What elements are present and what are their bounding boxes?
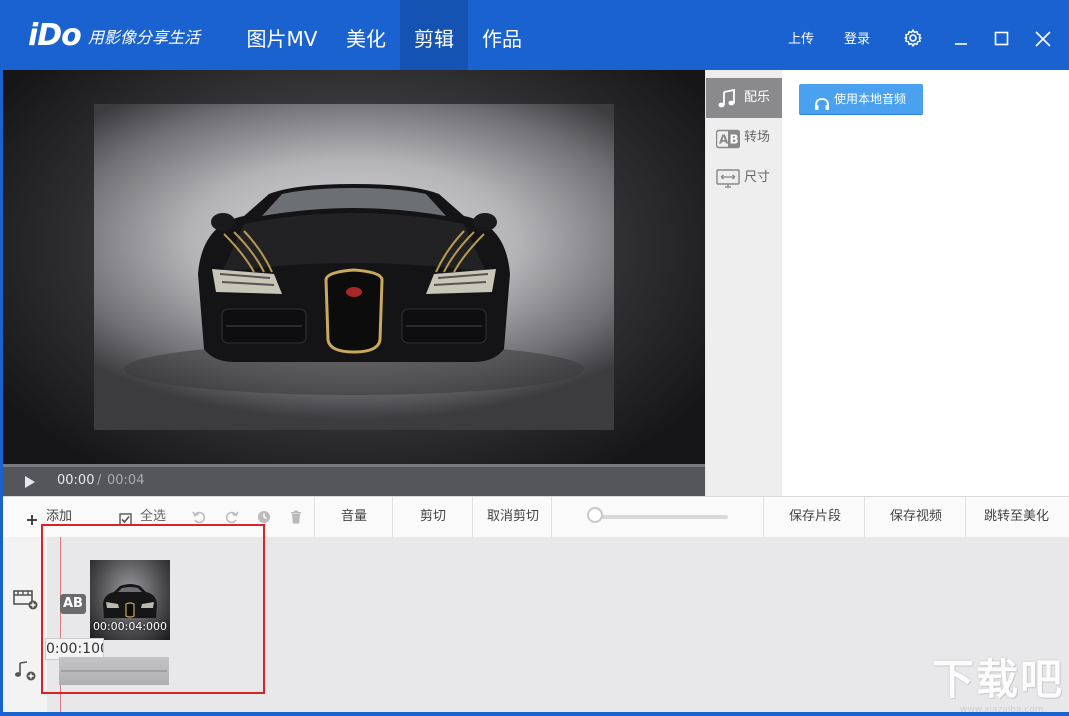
tab-picture-mv[interactable]: 图片MV	[232, 0, 332, 70]
trash-icon[interactable]	[290, 509, 302, 528]
add-music-track-icon[interactable]	[13, 659, 39, 687]
cancel-cut-button[interactable]: 取消剪切	[487, 497, 539, 537]
cut-button[interactable]: 剪切	[420, 497, 446, 537]
add-video-track-icon[interactable]	[13, 587, 39, 615]
monitor-size-icon	[716, 167, 740, 189]
tab-beautify[interactable]: 美化	[332, 0, 400, 70]
use-local-audio-button[interactable]: 使用本地音频	[799, 84, 923, 114]
gear-icon[interactable]	[903, 28, 925, 50]
save-segment-button[interactable]: 保存片段	[789, 497, 841, 537]
video-preview[interactable]	[3, 70, 705, 464]
side-tab-music[interactable]: 配乐	[706, 78, 782, 118]
transition-ab-icon: AB	[715, 127, 741, 149]
player-controls: 00:00 / 00:04	[3, 464, 705, 496]
app-logo: iDo	[28, 18, 82, 53]
svg-text:A: A	[719, 133, 729, 147]
minimize-icon[interactable]	[951, 28, 973, 50]
side-tab-size[interactable]: 尺寸	[706, 158, 782, 198]
svg-text:B: B	[730, 133, 739, 147]
preview-image	[94, 104, 614, 430]
app-slogan: 用影像分享生活	[88, 28, 201, 47]
watermark: 下载吧	[932, 655, 1065, 704]
use-local-audio-label: 使用本地音频	[834, 92, 907, 106]
login-link[interactable]: 登录	[844, 30, 870, 50]
toolbar-divider	[472, 497, 473, 537]
play-icon[interactable]	[23, 474, 37, 493]
close-icon[interactable]	[1033, 29, 1055, 51]
zoom-slider-handle[interactable]	[587, 507, 603, 523]
volume-button[interactable]: 音量	[341, 497, 367, 537]
window-border-bottom	[0, 712, 1069, 716]
toolbar-divider	[965, 497, 966, 537]
goto-beautify-button[interactable]: 跳转至美化	[984, 497, 1049, 537]
tab-works[interactable]: 作品	[468, 0, 536, 70]
side-tab-transition-label: 转场	[744, 130, 771, 145]
toolbar-divider	[763, 497, 764, 537]
side-tab-transition[interactable]: AB 转场	[706, 118, 782, 158]
current-time: 00:00	[57, 473, 95, 488]
toolbar-divider	[864, 497, 865, 537]
headphones-icon	[814, 92, 830, 122]
save-video-button[interactable]: 保存视频	[890, 497, 942, 537]
annotation-highlight-box	[41, 524, 265, 694]
side-tab-size-label: 尺寸	[744, 170, 771, 185]
music-panel: 使用本地音频	[782, 70, 1069, 496]
zoom-slider-track[interactable]	[597, 515, 728, 519]
playback-progress-bar[interactable]	[3, 464, 705, 467]
total-time: 00:04	[107, 473, 145, 488]
toolbar-divider	[551, 497, 552, 537]
upload-link[interactable]: 上传	[788, 30, 814, 50]
tab-edit[interactable]: 剪辑	[400, 0, 468, 70]
music-note-icon	[716, 87, 738, 109]
time-separator: /	[97, 473, 102, 488]
side-tab-music-label: 配乐	[744, 90, 771, 105]
plus-icon[interactable]	[26, 511, 38, 530]
maximize-icon[interactable]	[992, 29, 1014, 51]
toolbar-divider	[392, 497, 393, 537]
toolbar-divider	[314, 497, 315, 537]
side-tabs: 配乐 AB 转场 尺寸	[706, 70, 782, 496]
title-bar: iDo 用影像分享生活 图片MV 美化 剪辑 作品 上传 登录	[0, 0, 1069, 70]
